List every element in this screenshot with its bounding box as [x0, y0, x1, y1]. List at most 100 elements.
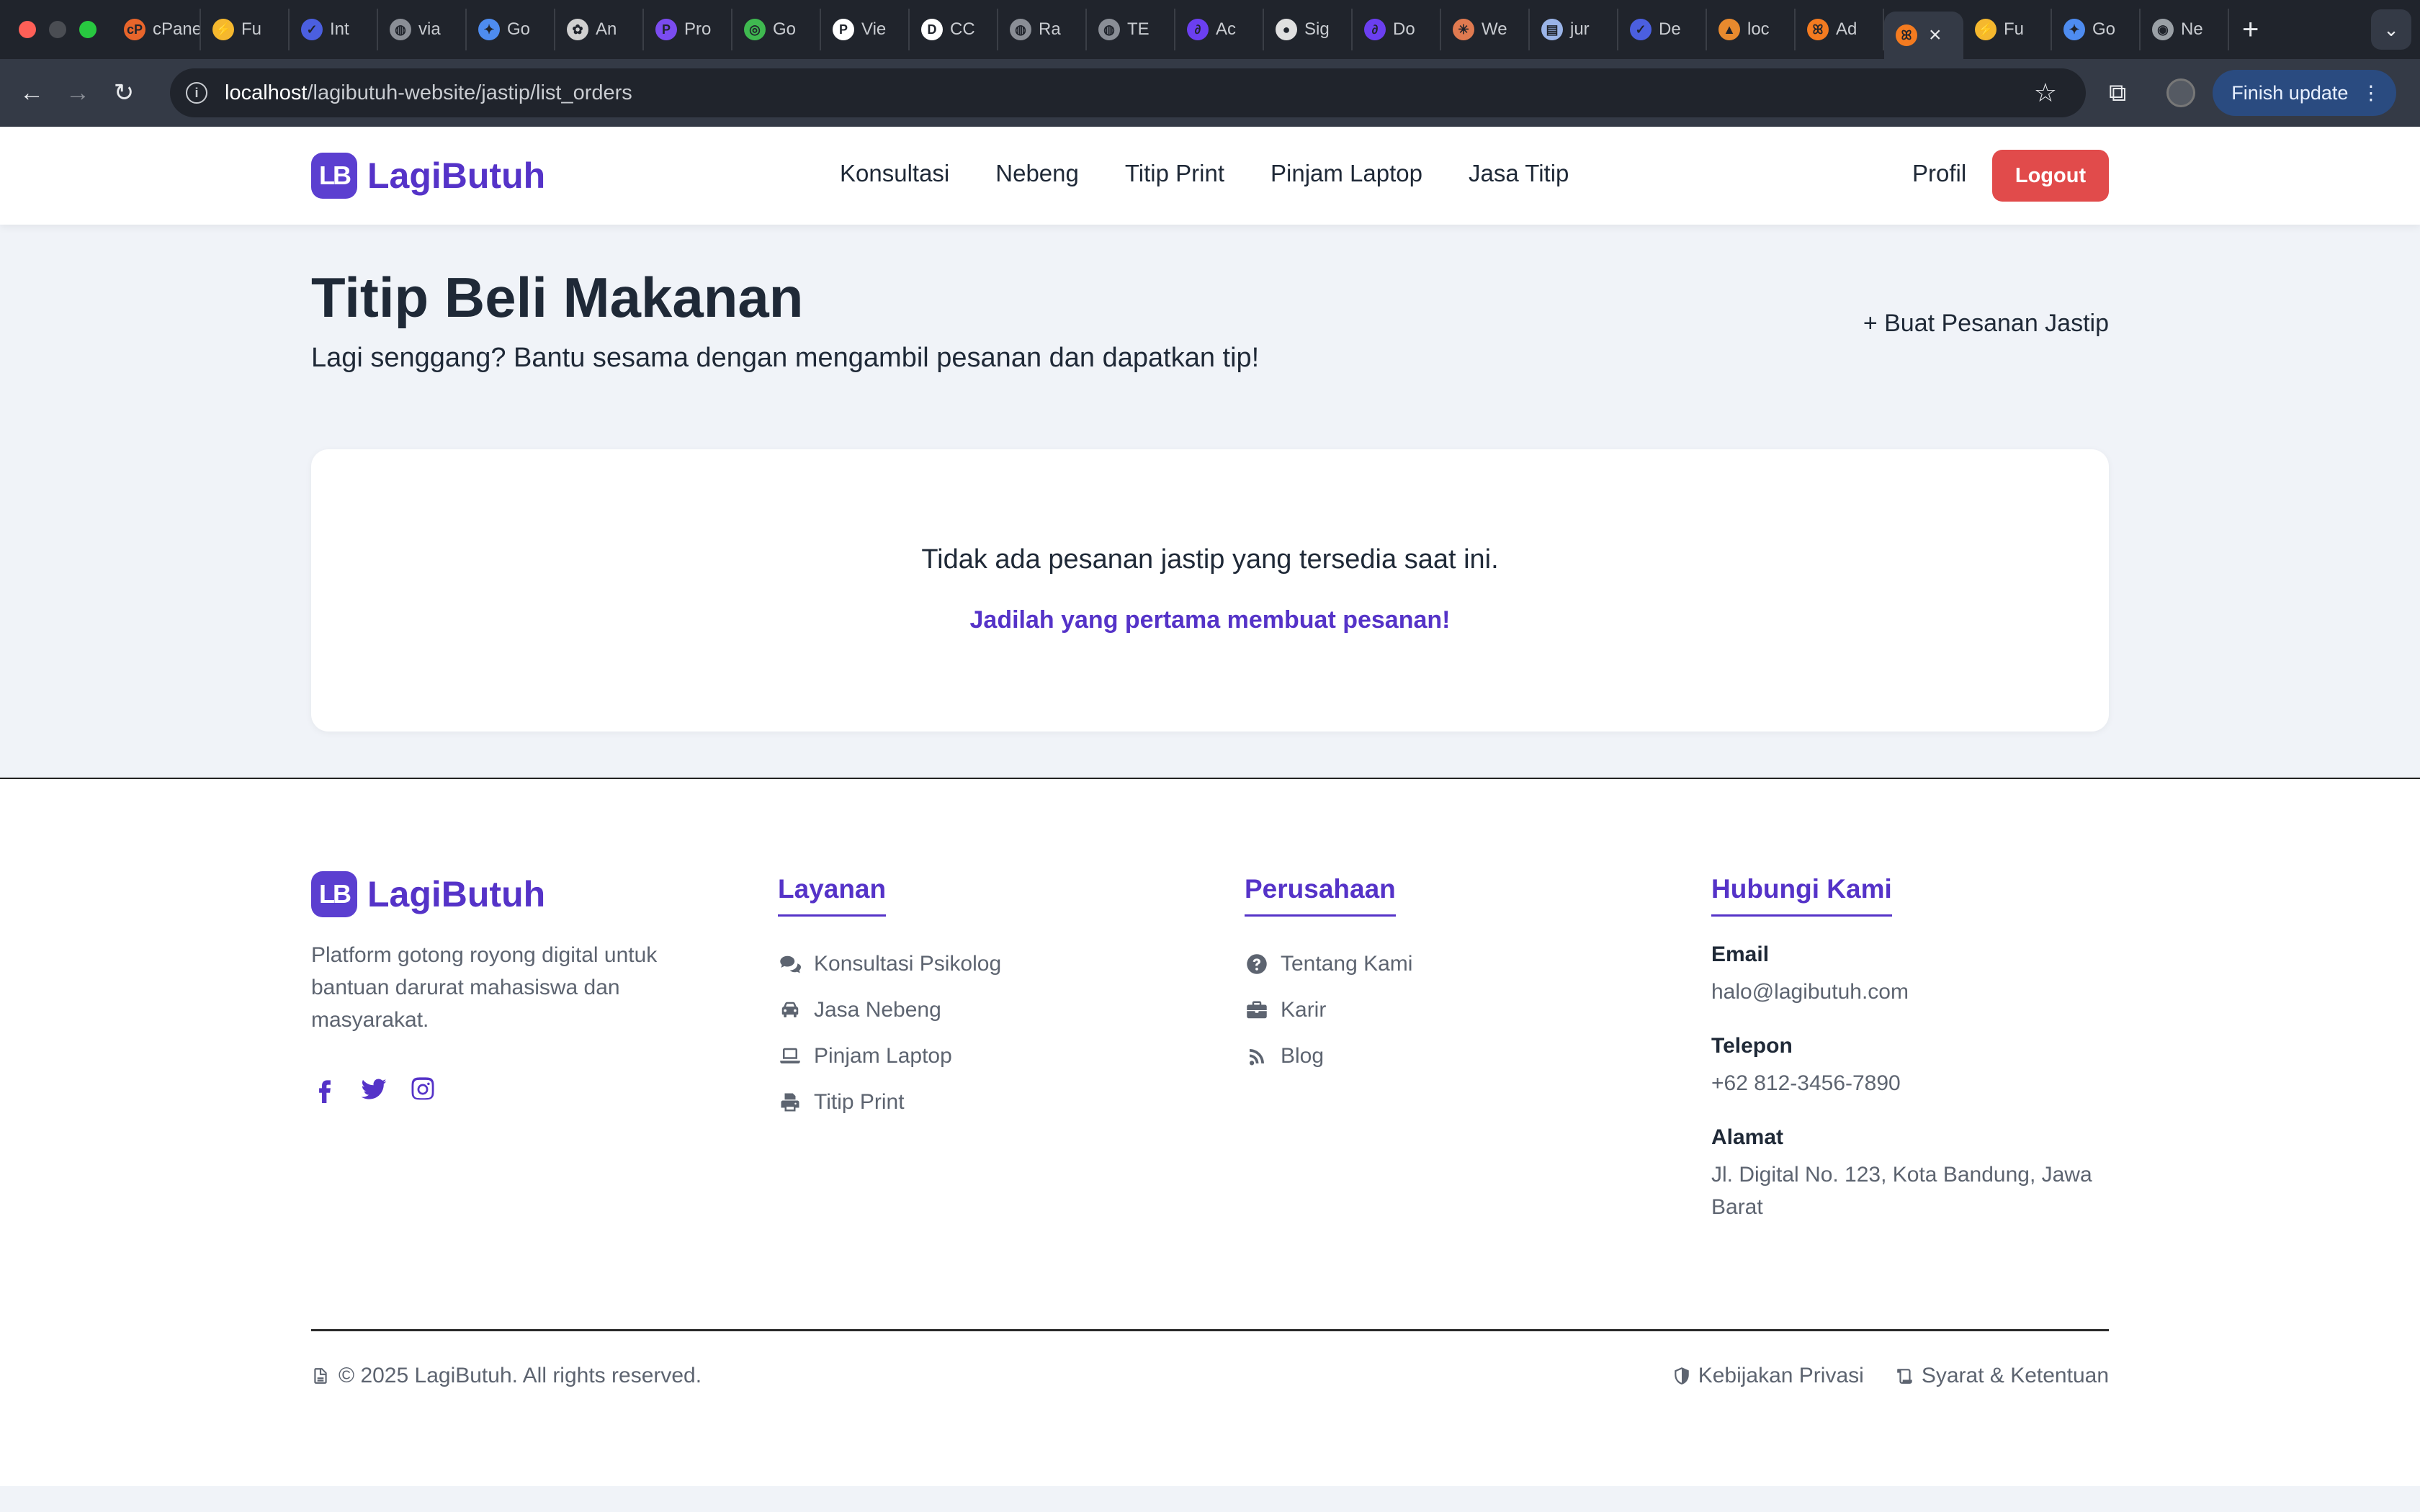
forward-button[interactable]: → — [55, 79, 101, 107]
site-info-icon[interactable]: i — [186, 82, 207, 104]
bookmark-star-icon[interactable]: ☆ — [2034, 78, 2057, 108]
back-button[interactable]: ← — [9, 79, 55, 107]
privacy-policy-label: Kebijakan Privasi — [1698, 1364, 1864, 1387]
browser-tab[interactable]: P Vie — [821, 9, 910, 50]
browser-tab-label: Pro — [684, 19, 712, 39]
close-tab-icon[interactable]: × — [1929, 23, 1942, 48]
browser-tab[interactable]: ◉ Ne — [2141, 9, 2229, 50]
tab-search-button[interactable]: ⌄ — [2371, 9, 2411, 50]
terms-link[interactable]: Syarat & Ketentuan — [1896, 1364, 2109, 1388]
footer-link-blog[interactable]: Blog — [1245, 1033, 1412, 1079]
logout-button[interactable]: Logout — [1992, 150, 2109, 202]
extensions-icon[interactable]: ⧉ — [2109, 79, 2126, 107]
footer-link-tentang-kami[interactable]: Tentang Kami — [1245, 941, 1412, 987]
browser-tab[interactable]: ✓ Int — [290, 9, 378, 50]
empty-state-message: Tidak ada pesanan jastip yang tersedia s… — [921, 544, 1499, 575]
comments-icon — [780, 955, 801, 973]
url-text[interactable]: localhost/lagibutuh-website/jastip/list_… — [225, 81, 2034, 105]
browser-tab[interactable]: ▲ loc — [1707, 9, 1796, 50]
browser-tab[interactable]: ⚡ Fu — [1963, 9, 2052, 50]
create-order-link[interactable]: + Buat Pesanan Jastip — [1863, 310, 2109, 338]
footer-divider — [311, 1329, 2109, 1331]
nav-pinjam-laptop[interactable]: Pinjam Laptop — [1270, 160, 1422, 187]
nav-jasa-titip[interactable]: Jasa Titip — [1469, 160, 1569, 187]
browser-tab[interactable]: D CC — [910, 9, 998, 50]
browser-tab[interactable]: ∂ Ac — [1175, 9, 1264, 50]
browser-tab[interactable]: ✓ De — [1618, 9, 1707, 50]
github-icon: ● — [1276, 19, 1297, 40]
footer-contact-heading: Hubungi Kami — [1711, 874, 1892, 917]
print-icon — [781, 1093, 799, 1112]
footer-link-konsultasi-psikolog[interactable]: Konsultasi Psikolog — [778, 941, 1001, 987]
profile-link[interactable]: Profil — [1912, 160, 1966, 187]
copyright: © 2025 LagiButuh. All rights reserved. — [311, 1364, 702, 1388]
legal-links: Kebijakan Privasi Syarat & Ketentuan — [1672, 1364, 2109, 1388]
facebook-icon[interactable] — [311, 1076, 339, 1103]
footer-link-label: Titip Print — [814, 1090, 905, 1114]
footer-link-jasa-nebeng[interactable]: Jasa Nebeng — [778, 987, 1001, 1033]
browser-tab-label: jur — [1570, 19, 1590, 39]
browser-tab[interactable]: ∂ Do — [1353, 9, 1441, 50]
browser-tab-label: We — [1482, 19, 1507, 39]
footer-link-titip-print[interactable]: Titip Print — [778, 1079, 1001, 1125]
footer-link-label: Karir — [1281, 998, 1327, 1022]
browser-tab-bar: cP cPanel ⚡ Fu ✓ Int ◍ via ✦ Go ✿ An P Pro ◎ Go P Vie D CC ◍… — [0, 0, 2420, 59]
empty-state-cta-link[interactable]: Jadilah yang pertama membuat pesanan! — [311, 606, 2109, 634]
ship-icon: ▲ — [1718, 19, 1740, 40]
footer-link-label: Jasa Nebeng — [814, 998, 941, 1022]
footer-link-karir[interactable]: Karir — [1245, 987, 1412, 1033]
browser-tab[interactable]: ▤ jur — [1530, 9, 1618, 50]
footer-link-pinjam-laptop[interactable]: Pinjam Laptop — [778, 1033, 1001, 1079]
browser-tab[interactable]: ◍ via — [378, 9, 467, 50]
browser-tab[interactable]: ⚡ Fu — [201, 9, 290, 50]
maximize-window-button[interactable] — [79, 21, 97, 38]
browser-tab[interactable]: ◎ Go — [732, 9, 821, 50]
site-header: LB LagiButuh Konsultasi Nebeng Titip Pri… — [0, 127, 2420, 225]
footer-layanan-column: Layanan Konsultasi Psikolog Jasa Nebeng … — [778, 874, 1001, 1125]
browser-tab[interactable]: ◍ TE — [1087, 9, 1175, 50]
profile-avatar[interactable] — [2166, 78, 2196, 107]
file-icon — [314, 1368, 327, 1384]
minimize-window-button[interactable] — [49, 21, 66, 38]
browser-tab-label: Do — [1393, 19, 1415, 39]
address-bar[interactable]: i localhost/lagibutuh-website/jastip/lis… — [170, 68, 2086, 117]
site-footer: LB LagiButuh Platform gotong royong digi… — [0, 778, 2420, 1486]
privacy-policy-link[interactable]: Kebijakan Privasi — [1672, 1364, 1864, 1388]
browser-tab[interactable]: ✦ Go — [467, 9, 555, 50]
browser-tab-active[interactable]: ꕤ × — [1884, 12, 1963, 59]
browser-tab[interactable]: ✦ Go — [2052, 9, 2141, 50]
browser-tab[interactable]: ● Sig — [1264, 9, 1353, 50]
loop-icon: ∂ — [1187, 19, 1209, 40]
globe-icon: ◍ — [390, 19, 411, 40]
finish-update-button[interactable]: Finish update ⋮ — [2213, 70, 2397, 116]
browser-tab[interactable]: ꕤ Ad — [1796, 9, 1884, 50]
dp-icon: D — [921, 19, 943, 40]
contact-email-value[interactable]: halo@lagibutuh.com — [1711, 976, 2100, 1008]
footer-logo-text: LagiButuh — [367, 874, 546, 914]
nav-nebeng[interactable]: Nebeng — [995, 160, 1079, 187]
new-tab-button[interactable]: + — [2242, 14, 2259, 46]
twitter-icon[interactable] — [360, 1076, 387, 1103]
p-icon: P — [655, 19, 677, 40]
xampp-icon: ꕤ — [1807, 19, 1829, 40]
contact-phone-value[interactable]: +62 812-3456-7890 — [1711, 1067, 2100, 1099]
instagram-icon[interactable] — [409, 1076, 436, 1103]
browser-tab[interactable]: cP cPanel — [112, 9, 201, 50]
nav-titip-print[interactable]: Titip Print — [1125, 160, 1224, 187]
url-host: localhost — [225, 81, 308, 104]
contact-address-label: Alamat — [1711, 1125, 1784, 1149]
xampp-icon: ꕤ — [1896, 24, 1917, 46]
close-window-button[interactable] — [19, 21, 36, 38]
header-logo[interactable]: LB LagiButuh — [311, 153, 545, 199]
browser-tab[interactable]: P Pro — [644, 9, 732, 50]
bolt-icon: ⚡ — [1975, 19, 1996, 40]
cpanel-icon: cP — [124, 19, 145, 40]
browser-tab[interactable]: ✳ We — [1441, 9, 1530, 50]
browser-tab[interactable]: ◍ Ra — [998, 9, 1087, 50]
reload-button[interactable]: ↻ — [101, 78, 147, 107]
empty-orders-card: Tidak ada pesanan jastip yang tersedia s… — [311, 449, 2109, 732]
nav-konsultasi[interactable]: Konsultasi — [840, 160, 949, 187]
footer-perusahaan-heading: Perusahaan — [1245, 874, 1396, 917]
footer-logo[interactable]: LB LagiButuh — [311, 871, 545, 917]
browser-tab[interactable]: ✿ An — [555, 9, 644, 50]
